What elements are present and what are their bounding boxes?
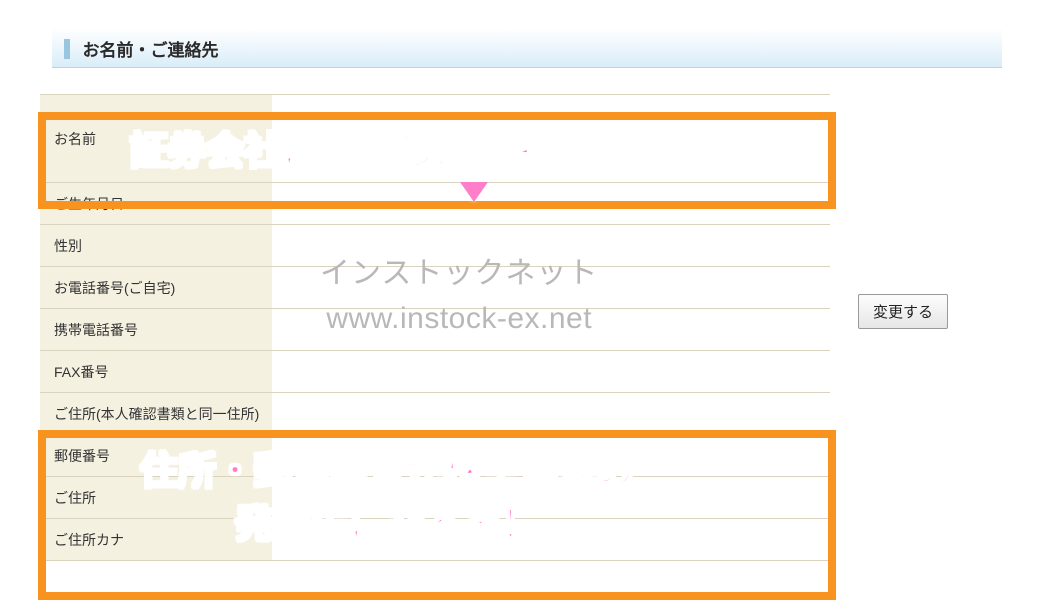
value-fax — [272, 351, 830, 393]
label-postal: 郵便番号 — [40, 435, 272, 477]
label-address-kana: ご住所カナ — [40, 519, 272, 561]
table-row: 性別 — [40, 225, 830, 267]
section-header: お名前・ご連絡先 — [52, 28, 1002, 68]
value-address-kana — [272, 519, 830, 561]
table-row: お電話番号(ご自宅) — [40, 267, 830, 309]
value-birthdate — [272, 183, 830, 225]
label-address: ご住所 — [40, 477, 272, 519]
header-marker — [64, 39, 70, 59]
value-addr-head — [272, 393, 830, 435]
section-title: お名前・ご連絡先 — [82, 41, 218, 60]
content-wrap: お名前 ご生年月日 性別 お電話番号(ご自宅) 携帯電話番号 FAX番号 ご住所… — [40, 94, 1030, 561]
value-postal — [272, 435, 830, 477]
value-phone-mobile — [272, 309, 830, 351]
change-button[interactable]: 変更する — [858, 294, 948, 329]
value-name — [272, 95, 830, 183]
action-column: 変更する — [830, 94, 1030, 329]
value-phone-home — [272, 267, 830, 309]
value-gender — [272, 225, 830, 267]
label-phone-mobile: 携帯電話番号 — [40, 309, 272, 351]
table-row: FAX番号 — [40, 351, 830, 393]
value-address — [272, 477, 830, 519]
label-phone-home: お電話番号(ご自宅) — [40, 267, 272, 309]
table-row: 携帯電話番号 — [40, 309, 830, 351]
label-fax: FAX番号 — [40, 351, 272, 393]
table-row: ご生年月日 — [40, 183, 830, 225]
label-gender: 性別 — [40, 225, 272, 267]
table-row: ご住所(本人確認書類と同一住所) — [40, 393, 830, 435]
profile-table: お名前 ご生年月日 性別 お電話番号(ご自宅) 携帯電話番号 FAX番号 ご住所… — [40, 94, 830, 561]
table-row: ご住所 — [40, 477, 830, 519]
label-birthdate: ご生年月日 — [40, 183, 272, 225]
label-name: お名前 — [40, 95, 272, 183]
table-row: 郵便番号 — [40, 435, 830, 477]
label-addr-head: ご住所(本人確認書類と同一住所) — [40, 393, 272, 435]
table-row: お名前 — [40, 95, 830, 183]
table-row: ご住所カナ — [40, 519, 830, 561]
